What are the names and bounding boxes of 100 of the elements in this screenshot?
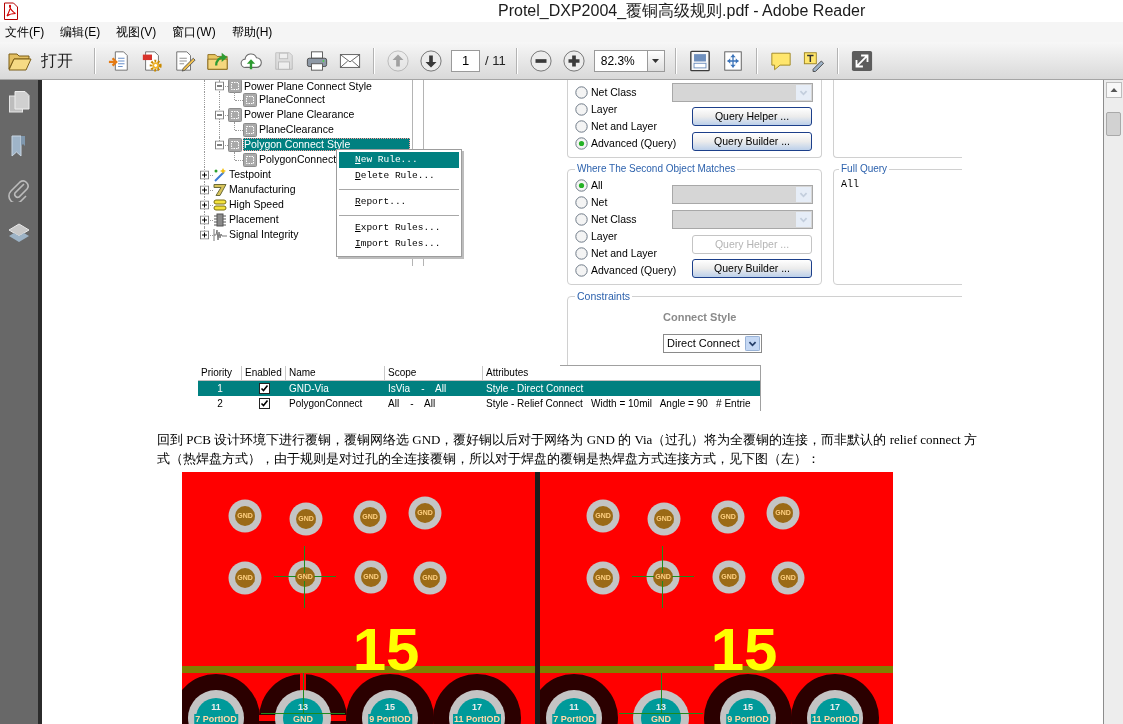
column-header[interactable]: Attributes	[483, 366, 760, 380]
tree-item[interactable]: Power Plane Connect Style	[243, 80, 373, 93]
paperclip-icon[interactable]	[8, 178, 30, 202]
tree-item[interactable]: PolygonConnect	[258, 153, 338, 166]
menu-item[interactable]: Export Rules...	[339, 220, 459, 236]
menu-item[interactable]: 视图(V)	[114, 24, 159, 40]
tree-item[interactable]: Signal Integrity	[228, 228, 300, 241]
minus-icon	[529, 49, 552, 72]
menu-item[interactable]: 编辑(E)	[58, 24, 103, 40]
chip-icon	[213, 212, 227, 227]
table-row[interactable]: 1 GND-Via IsVia - All Style - Direct Connect	[198, 381, 760, 396]
caret-down-icon	[652, 58, 660, 63]
pages-icon[interactable]	[8, 90, 30, 114]
chevron-down-icon	[745, 336, 760, 351]
expand-icon[interactable]	[200, 185, 209, 194]
rule-icon	[228, 137, 242, 152]
window-title: Protel_DXP2004_覆铜高级规则.pdf - Adobe Reader	[498, 1, 866, 21]
seven-shape-icon	[213, 182, 227, 197]
menu-item[interactable]: Report...	[339, 194, 459, 210]
wand-icon	[213, 167, 227, 182]
group-title: Full Query	[840, 163, 889, 175]
radio-button[interactable]	[575, 230, 588, 243]
collapse-icon[interactable]	[215, 110, 224, 119]
menu-item[interactable]: 文件(F)	[3, 24, 47, 40]
radio-button[interactable]	[575, 213, 588, 226]
radio-button[interactable]	[575, 137, 588, 150]
document-pencil-icon	[174, 49, 196, 72]
tree-item[interactable]: Power Plane Clearance	[243, 108, 356, 121]
chevron-down-icon	[796, 212, 811, 227]
tree-item[interactable]: PlaneClearance	[258, 123, 335, 136]
radio-button[interactable]	[575, 86, 588, 99]
expand-icon[interactable]	[200, 170, 209, 179]
radio-label: Net Class	[591, 86, 637, 99]
query-button[interactable]: Query Helper ...	[692, 107, 812, 126]
zoom-field[interactable]: 82.3%	[593, 49, 648, 72]
plus-icon	[562, 49, 585, 72]
document-gear-icon	[141, 49, 163, 72]
pad-number: 17	[830, 702, 840, 712]
collapse-icon[interactable]	[215, 140, 224, 149]
designator-text: 15	[710, 620, 778, 680]
menu-item[interactable]: Import Rules...	[339, 236, 459, 252]
radio-label: Net	[591, 196, 608, 209]
tree-item[interactable]: Testpoint	[228, 168, 273, 181]
waveform-icon	[213, 227, 227, 242]
menu-item[interactable]: Delete Rule...	[339, 168, 459, 184]
expand-icon[interactable]	[200, 200, 209, 209]
pad-number: 11	[569, 702, 579, 712]
chevron-down-icon	[796, 85, 811, 100]
page-number-field[interactable]: 1	[451, 49, 480, 72]
table-cell-text: IsVia - All	[387, 382, 448, 396]
page-arrows-icon	[721, 49, 744, 72]
menu-item[interactable]: 窗口(W)	[170, 24, 218, 40]
radio-button[interactable]	[575, 264, 588, 277]
radio-label: Net and Layer	[591, 247, 657, 260]
table-cell-text: PolygonConnect	[288, 397, 364, 411]
table-cell-text: Style - Relief Connect Width = 10mil Angle = 90 # Entrie	[485, 397, 752, 411]
rule-icon	[243, 122, 257, 137]
expand-arrows-icon	[850, 49, 873, 72]
menu-item[interactable]: 帮助(H)	[229, 24, 275, 40]
pad-net-label: 11 PortIOD	[811, 714, 859, 724]
tree-item[interactable]: Manufacturing	[228, 183, 297, 196]
column-header[interactable]: Enabled	[242, 366, 286, 380]
radio-button[interactable]	[575, 120, 588, 133]
column-header[interactable]: Priority	[198, 366, 242, 380]
radio-label: Net and Layer	[591, 120, 657, 133]
tree-item[interactable]: Polygon Connect Style	[243, 138, 410, 151]
radio-button[interactable]	[575, 103, 588, 116]
pad-number: 15	[743, 702, 753, 712]
checkbox[interactable]	[258, 398, 270, 409]
rule-icon	[243, 92, 257, 107]
group-title: Where The Second Object Matches	[576, 163, 737, 175]
printer-icon	[306, 49, 328, 72]
expand-icon[interactable]	[200, 230, 209, 239]
menu-item[interactable]: New Rule...	[339, 152, 459, 168]
checkbox[interactable]	[258, 383, 270, 394]
scrollbar-thumb[interactable]	[1106, 112, 1121, 136]
designator-text: 15	[352, 620, 420, 680]
dropdown[interactable]: Direct Connect	[663, 334, 762, 353]
query-text: All	[840, 179, 859, 191]
tree-item[interactable]: PlaneConnect	[258, 93, 326, 106]
pad-number: 15	[385, 702, 395, 712]
bars-icon	[213, 197, 227, 212]
tree-item[interactable]: High Speed	[228, 198, 285, 211]
table-cell-text: Style - Direct Connect	[485, 382, 585, 396]
open-button[interactable]: 打开	[5, 45, 84, 76]
column-header[interactable]: Name	[286, 366, 385, 380]
arrow-down-icon	[420, 49, 442, 72]
query-button[interactable]: Query Builder ...	[692, 259, 812, 278]
pad-net-label: 11 PortIOD	[453, 714, 501, 724]
radio-button[interactable]	[575, 179, 588, 192]
table-cell-text: All - All	[387, 397, 437, 411]
query-button[interactable]: Query Builder ...	[692, 132, 812, 151]
radio-button[interactable]	[575, 247, 588, 260]
pad-net-label: 9 PortIOD	[368, 714, 412, 724]
tree-item[interactable]: Placement	[228, 213, 280, 226]
table-cell-text: 2	[216, 397, 224, 411]
radio-button[interactable]	[575, 196, 588, 209]
column-header[interactable]: Scope	[385, 366, 483, 380]
collapse-icon[interactable]	[215, 81, 224, 91]
expand-icon[interactable]	[200, 215, 209, 224]
